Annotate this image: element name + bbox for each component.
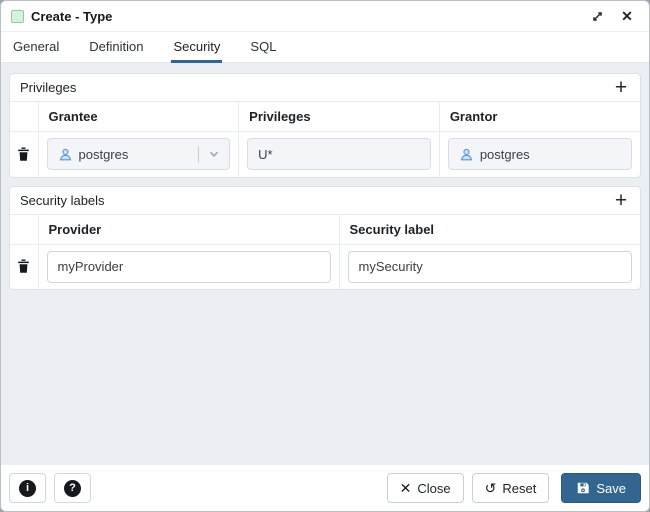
add-privilege-icon[interactable]: +	[610, 77, 632, 99]
security-labels-section-header: Security labels +	[10, 187, 640, 214]
column-header-provider: Provider	[38, 214, 339, 244]
tab-general[interactable]: General	[11, 32, 61, 63]
chevron-down-icon[interactable]	[199, 147, 229, 161]
security-tab-panel: Privileges + Grantee Privileges Grantor	[1, 63, 649, 465]
tab-security[interactable]: Security	[171, 32, 222, 63]
column-header-security-label: Security label	[339, 214, 640, 244]
tab-sql[interactable]: SQL	[248, 32, 278, 63]
title-bar: Create - Type ✕	[1, 1, 649, 32]
security-label-input[interactable]	[348, 251, 633, 283]
privileges-section: Privileges + Grantee Privileges Grantor	[9, 73, 641, 178]
security-label-row	[10, 244, 640, 289]
role-icon	[459, 147, 474, 162]
info-icon: i	[19, 480, 36, 497]
privileges-table: Grantee Privileges Grantor	[10, 101, 640, 177]
question-icon: ?	[64, 480, 81, 497]
create-type-dialog: Create - Type ✕ General Definition Secur…	[0, 0, 650, 512]
security-labels-table: Provider Security label	[10, 214, 640, 289]
grantee-value: postgres	[79, 147, 199, 162]
grantor-field: postgres	[448, 138, 632, 170]
dialog-tabs: General Definition Security SQL	[1, 32, 649, 63]
close-button[interactable]: ✕ Close	[387, 473, 464, 503]
privileges-section-header: Privileges +	[10, 74, 640, 101]
column-header-grantor: Grantor	[439, 102, 640, 132]
dialog-footer: i ? ✕ Close ↺ Reset Save	[1, 465, 649, 511]
delete-security-label-icon[interactable]	[13, 255, 34, 278]
column-header-privileges: Privileges	[239, 102, 440, 132]
save-button-label: Save	[596, 481, 626, 496]
close-icon[interactable]: ✕	[617, 6, 637, 26]
sql-help-button[interactable]: i	[9, 473, 46, 503]
reset-icon: ↺	[485, 481, 497, 495]
add-security-label-icon[interactable]: +	[610, 189, 632, 211]
privileges-header-spacer	[10, 102, 38, 132]
security-labels-section-title: Security labels	[20, 193, 105, 208]
privileges-value: U*	[258, 147, 272, 162]
privileges-row: postgres U*	[10, 132, 640, 177]
dialog-title: Create - Type	[31, 9, 112, 24]
privileges-value-field[interactable]: U*	[247, 138, 431, 170]
maximize-icon[interactable]	[587, 6, 607, 26]
close-x-icon: ✕	[400, 481, 412, 495]
close-button-label: Close	[417, 481, 450, 496]
save-button[interactable]: Save	[561, 473, 641, 503]
privileges-section-title: Privileges	[20, 80, 76, 95]
save-floppy-icon	[576, 481, 590, 495]
security-labels-section: Security labels + Provider Security labe…	[9, 186, 641, 290]
reset-button-label: Reset	[502, 481, 536, 496]
type-object-icon	[11, 10, 24, 23]
dialog-help-button[interactable]: ?	[54, 473, 91, 503]
column-header-grantee: Grantee	[38, 102, 239, 132]
security-labels-header-spacer	[10, 214, 38, 244]
provider-input[interactable]	[47, 251, 331, 283]
role-icon	[58, 147, 73, 162]
tab-definition[interactable]: Definition	[87, 32, 145, 63]
grantor-value: postgres	[480, 147, 530, 162]
reset-button[interactable]: ↺ Reset	[472, 473, 550, 503]
grantee-select[interactable]: postgres	[47, 138, 231, 170]
delete-privilege-icon[interactable]	[13, 143, 34, 166]
